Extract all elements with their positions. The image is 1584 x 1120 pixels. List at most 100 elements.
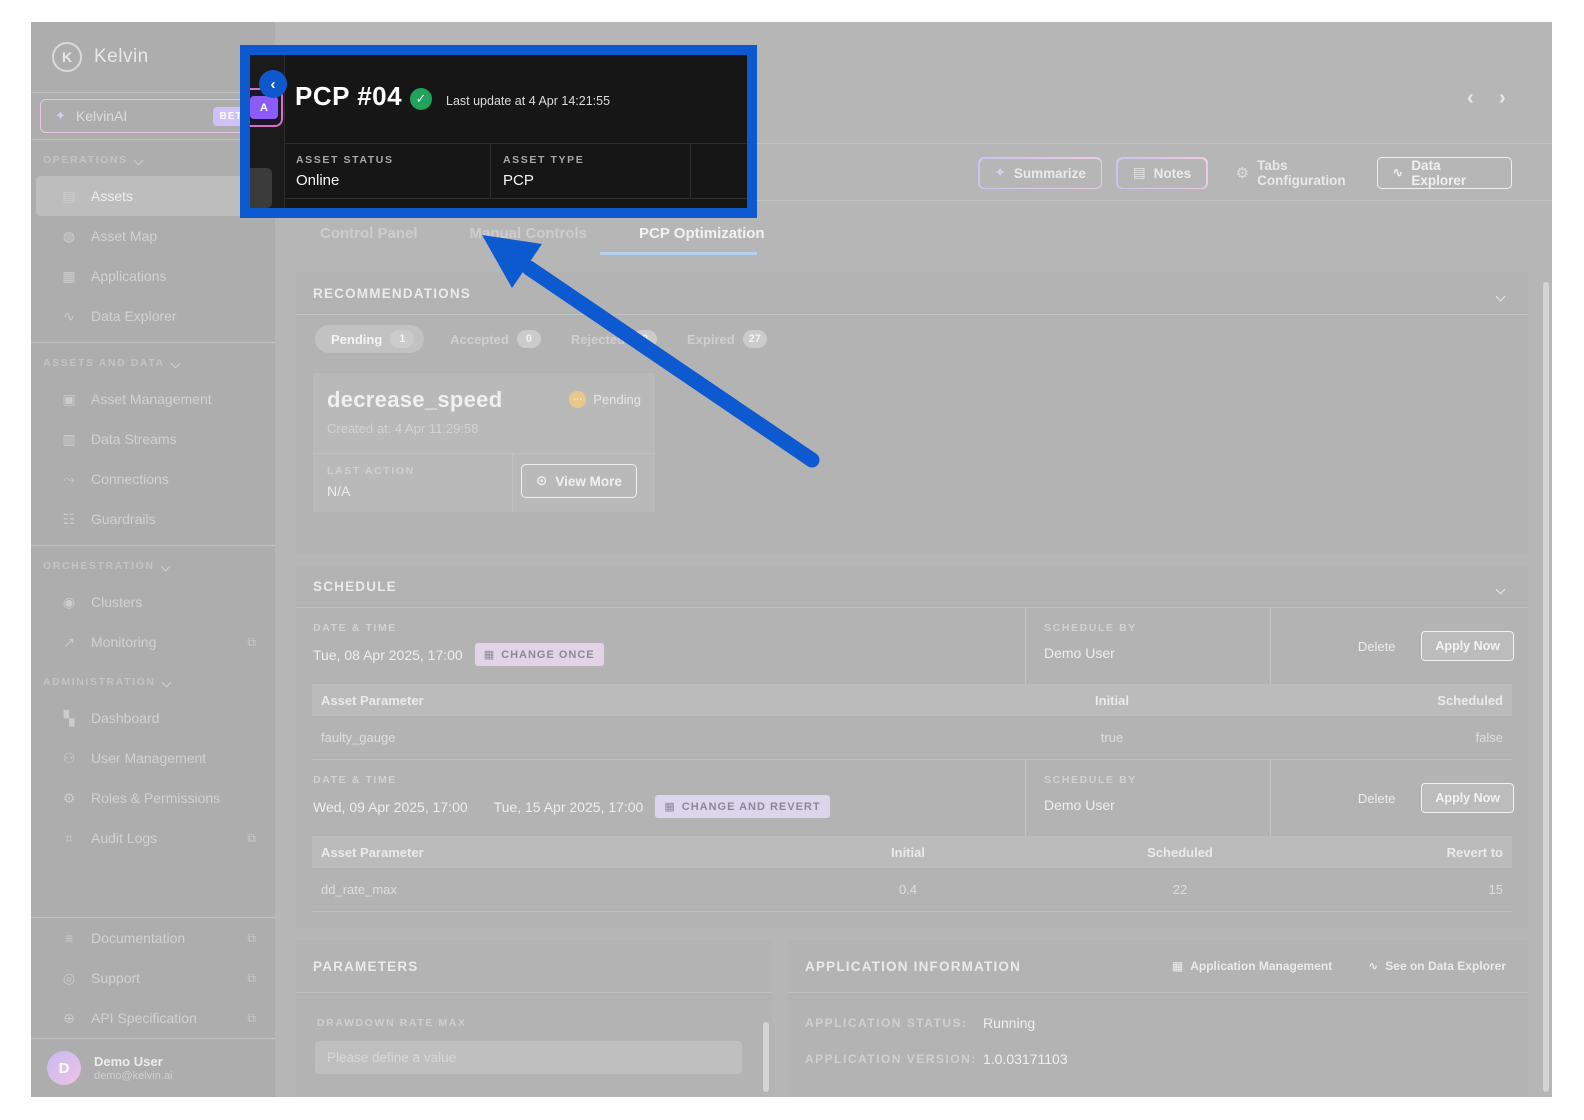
sidebar-item-guardrails[interactable]: ☷ Guardrails (36, 499, 270, 539)
sidebar-item-asset-map[interactable]: ◍ Asset Map (36, 216, 270, 256)
parameter-field-label: DRAWDOWN RATE MAX (317, 1017, 772, 1029)
column-header: Scheduled (1258, 693, 1512, 708)
collapse-toggle[interactable] (1497, 288, 1504, 303)
tab-manual-controls[interactable]: Manual Controls (470, 225, 588, 242)
route-icon: ⤳ (60, 471, 78, 488)
application-management-link[interactable]: ▦ Application Management (1172, 959, 1332, 973)
application-information-panel: APPLICATION INFORMATION ▦Application Man… (788, 940, 1528, 1097)
panel-title: SCHEDULE (313, 579, 397, 594)
tabs-configuration-button[interactable]: ⚙Tabs Configuration (1236, 158, 1377, 188)
scheduled-value: false (1258, 730, 1512, 745)
sidebar-item-label: Asset Management (91, 391, 212, 407)
sidebar-item-documentation[interactable]: ≡Documentation⧉ (36, 918, 270, 958)
column-header: Scheduled (1034, 845, 1326, 860)
divider (31, 342, 275, 343)
asset-prev-button[interactable]: ‹ (1467, 87, 1474, 110)
schedule-table-header: Asset Parameter Initial Scheduled (312, 684, 1512, 716)
apply-now-button[interactable]: Apply Now (1421, 783, 1514, 813)
parameter-value-input[interactable] (315, 1041, 742, 1074)
section-label: ORCHESTRATION (43, 560, 155, 572)
sidebar-item-label: Dashboard (91, 710, 160, 726)
section-administration[interactable]: ADMINISTRATION (31, 666, 275, 698)
sidebar-item-connections[interactable]: ⤳ Connections (36, 459, 270, 499)
sidebar-item-label: KelvinAI (76, 108, 127, 124)
recommendation-status: ⋯ Pending (569, 391, 641, 408)
tab-control-panel[interactable]: Control Panel (320, 225, 418, 242)
see-on-data-explorer-link[interactable]: ∿See on Data Explorer (1368, 959, 1506, 973)
summarize-button[interactable]: ✦Summarize (978, 157, 1102, 189)
asset-next-button[interactable]: › (1499, 87, 1506, 110)
badge-label: CHANGE ONCE (501, 649, 595, 661)
filter-accepted[interactable]: Accepted0 (446, 325, 545, 353)
user-email: demo@kelvin.ai (94, 1070, 172, 1082)
change-and-revert-badge: ▦CHANGE AND REVERT (655, 795, 829, 818)
parameters-panel: PARAMETERS DRAWDOWN RATE MAX (296, 940, 772, 1097)
tab-pcp-optimization[interactable]: PCP Optimization (639, 225, 765, 242)
users-icon: ⚇ (60, 750, 78, 767)
note-icon: ▤ (1133, 165, 1146, 181)
sidebar-item-audit-logs[interactable]: ⌗Audit Logs⧉ (36, 818, 270, 858)
sidebar-item-clusters[interactable]: ◉Clusters (36, 582, 270, 622)
revert-date: Tue, 15 Apr 2025, 17:00 (494, 799, 644, 815)
delete-button[interactable]: Delete (1358, 791, 1396, 806)
lifering-icon: ◎ (60, 970, 78, 987)
divider (296, 992, 772, 993)
sidebar-item-data-explorer[interactable]: ∿Data Explorer (36, 296, 270, 336)
sidebar-item-applications[interactable]: ▦Applications (36, 256, 270, 296)
waveform-icon: ∿ (1368, 959, 1378, 973)
link-label: Application Management (1190, 959, 1332, 973)
apply-now-button[interactable]: Apply Now (1421, 631, 1514, 661)
schedule-date: Tue, 08 Apr 2025, 17:00 (313, 647, 463, 663)
user-menu[interactable]: D Demo User demo@kelvin.ai (31, 1039, 275, 1097)
column-header: Initial (782, 845, 1034, 860)
user-gear-icon: ⚙ (60, 790, 78, 807)
panel-scrollbar[interactable] (763, 1022, 769, 1092)
filter-count: 0 (517, 330, 541, 348)
sidebar-item-kelvinai[interactable]: ✦ KelvinAI BETA (40, 99, 266, 133)
sidebar-item-assets[interactable]: ▤Assets (36, 176, 270, 216)
sidebar-item-label: API Specification (91, 1010, 197, 1026)
sidebar-item-label: Guardrails (91, 511, 156, 527)
main-scrollbar[interactable] (1543, 282, 1549, 1092)
globe-icon: ◍ (60, 228, 78, 245)
sidebar-item-label: Asset Map (91, 228, 157, 244)
application-version-label: APPLICATION VERSION: (805, 1052, 983, 1066)
collapse-toggle[interactable] (1497, 581, 1504, 596)
section-assets-and-data[interactable]: ASSETS AND DATA (31, 347, 275, 379)
application-status-value: Running (983, 1015, 1528, 1031)
status-label: Pending (593, 392, 641, 407)
filter-rejected[interactable]: Rejected0 (567, 325, 661, 353)
asset-type-value: PCP (503, 172, 534, 189)
schedule-by-value: Demo User (1044, 797, 1270, 813)
section-operations[interactable]: OPERATIONS (31, 144, 275, 176)
sidebar-item-api-specification[interactable]: ⊕API Specification⧉ (36, 998, 270, 1038)
section-label: OPERATIONS (43, 154, 128, 166)
grid-icon: ▦ (1172, 959, 1183, 973)
barrier-icon: ☷ (60, 511, 78, 528)
active-tab-underline (600, 252, 757, 255)
filter-expired[interactable]: Expired27 (683, 325, 771, 353)
sidebar-collapse-button[interactable]: ‹ (259, 70, 287, 98)
sidebar-item-label: Connections (91, 471, 169, 487)
sidebar-item-roles-permissions[interactable]: ⚙Roles & Permissions (36, 778, 270, 818)
filter-pending[interactable]: Pending1 (315, 325, 424, 353)
sidebar-item-dashboard[interactable]: ▚Dashboard (36, 698, 270, 738)
application-status-label: APPLICATION STATUS: (805, 1016, 983, 1030)
sidebar-item-monitoring[interactable]: ↗Monitoring⧉ (36, 622, 270, 662)
delete-button[interactable]: Delete (1358, 639, 1396, 654)
filter-label: Pending (331, 332, 382, 347)
brand-name: Kelvin (94, 46, 149, 68)
view-more-button[interactable]: ⊙View More (521, 464, 637, 498)
sidebar-item-data-streams[interactable]: ▥Data Streams (36, 419, 270, 459)
recommendations-header: RECOMMENDATIONS (296, 272, 1528, 314)
assets-icon: ▤ (60, 188, 78, 205)
api-icon: ⊕ (60, 1010, 78, 1027)
sidebar-item-support[interactable]: ◎Support⧉ (36, 958, 270, 998)
section-orchestration[interactable]: ORCHESTRATION (31, 550, 275, 582)
code-box-icon: ⌗ (60, 830, 78, 847)
sidebar-item-user-management[interactable]: ⚇User Management (36, 738, 270, 778)
recommendation-card[interactable]: decrease_speed ⋯ Pending Created at: 4 A… (313, 373, 655, 512)
notes-button[interactable]: ▤Notes (1116, 157, 1207, 189)
data-explorer-button[interactable]: ∿Data Explorer (1377, 157, 1512, 189)
sidebar-item-asset-management[interactable]: ▣Asset Management (36, 379, 270, 419)
